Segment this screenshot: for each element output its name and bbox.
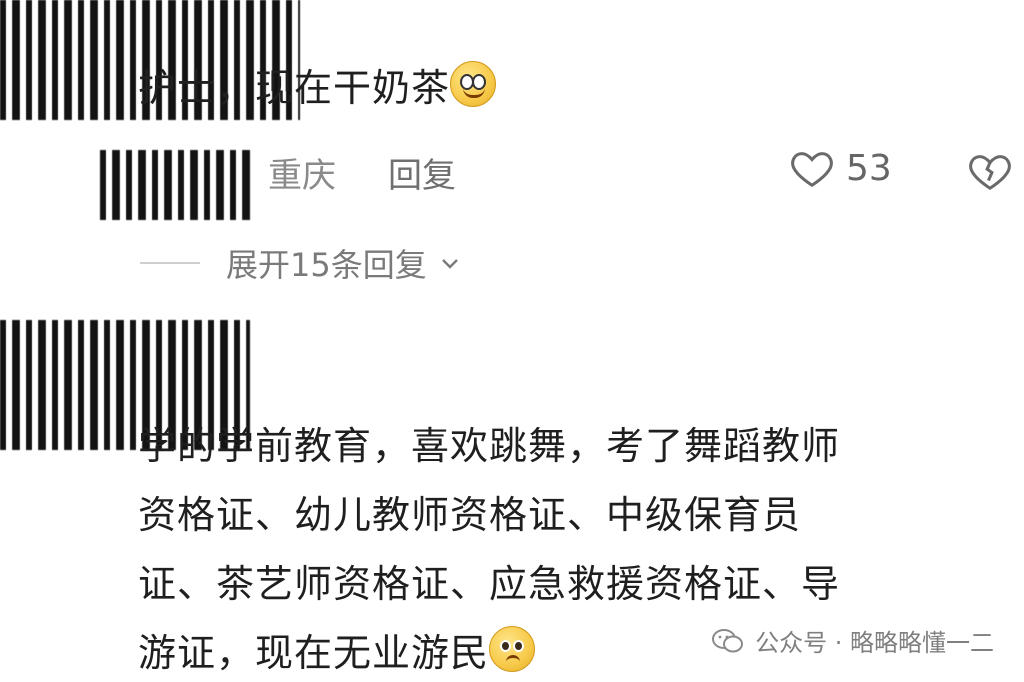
comment-thread: 护士，现在干奶茶 重庆 回复 53 展开15条回复 学的学前教育，喜欢跳舞，考了… [0,0,1024,682]
chevron-down-icon [441,259,458,269]
expand-replies[interactable]: 展开15条回复 [140,240,465,286]
smiling-face-icon [450,61,497,107]
obscured-avatar [100,150,250,220]
watermark: 公众号 · 略略略懂一二 [711,623,994,658]
like-count: 53 [846,147,892,189]
like-button[interactable]: 53 [788,145,892,191]
broken-heart-icon [969,155,1011,191]
comment-line: 游证，现在无业游民 [138,631,490,676]
comment-meta: 重庆 回复 [268,148,456,197]
reply-button[interactable]: 回复 [388,148,456,197]
comment-line: 证、茶艺师资格证、应急救援资格证、导 [138,562,841,607]
comment-text: 护士，现在干奶茶 [138,66,451,110]
watermark-text: 公众号 · 略略略懂一二 [755,629,994,657]
expand-replies-label: 展开15条回复 [226,246,427,284]
heart-icon [791,152,833,188]
comment-line: 学的学前教育，喜欢跳舞，考了舞蹈教师 [138,424,841,468]
divider [140,262,200,264]
dislike-button[interactable] [966,148,1014,198]
comment-line: 资格证、幼儿教师资格证、中级保育员 [138,493,802,538]
comment-body: 护士，现在干奶茶 [138,60,497,117]
pleading-face-icon [489,626,536,673]
location-label: 重庆 [268,156,336,196]
wechat-icon [712,628,744,652]
